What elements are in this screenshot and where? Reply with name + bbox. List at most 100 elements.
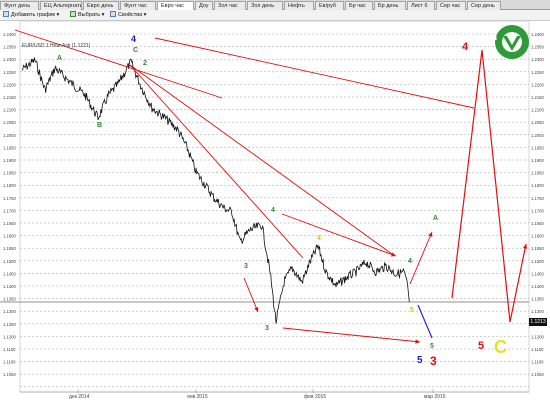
wave-label: 4 — [131, 34, 136, 44]
y-tick-label-right: 1.1350 — [531, 297, 544, 302]
y-tick-label-right: 1.2000 — [531, 133, 544, 138]
y-tick-label-left: 1.1200 — [3, 334, 16, 339]
y-tick-label-left: 1.1650 — [3, 221, 16, 226]
y-tick-label-left: 1.2200 — [3, 82, 16, 87]
y-tick-label-right: 1.1500 — [531, 259, 544, 264]
tab-silver-hour[interactable]: Сер час — [436, 1, 466, 10]
wave-label: 5 — [478, 340, 484, 352]
y-tick-label-left: 1.1100 — [3, 360, 16, 365]
wave-label: C — [494, 337, 507, 357]
y-tick-label-right: 1.2350 — [531, 45, 544, 50]
tab-oil[interactable]: Нефть — [284, 1, 314, 10]
wave-label: B — [97, 122, 102, 129]
wave-label: 4 — [317, 235, 321, 242]
y-tick-label-left: 1.1250 — [3, 322, 16, 327]
y-tick-label-right: 1.1600 — [531, 234, 544, 239]
tab-gold-hour[interactable]: Зол час — [214, 1, 246, 10]
y-tick-label-right: 1.1850 — [531, 171, 544, 176]
add-chart-button[interactable]: Добавить график ▾ — [3, 11, 59, 20]
properties-label: Свойства — [118, 12, 143, 18]
y-tick-label-right: 1.1400 — [531, 284, 544, 289]
properties-button[interactable]: Свойства ▾ — [110, 11, 146, 20]
y-tick-label-right: 1.1950 — [531, 145, 544, 150]
y-tick-label-right: 1.2200 — [531, 82, 544, 87]
tab-brent-day[interactable]: Бр день — [374, 1, 406, 10]
y-tick-label-right: 1.2300 — [531, 57, 544, 62]
y-tick-label-right: 1.1200 — [531, 334, 544, 339]
tab-bar: Фунт день ЕЦ Альтернатива Евро день Фунт… — [0, 0, 550, 11]
wave-label: 5 — [410, 307, 414, 314]
y-tick-label-left: 1.2350 — [3, 45, 16, 50]
wave-label: 4 — [271, 207, 275, 214]
y-tick-label-right: 1.1750 — [531, 196, 544, 201]
y-tick-label-right: 1.2050 — [531, 120, 544, 125]
tab-euro-day[interactable]: Евро день — [83, 1, 119, 10]
properties-icon — [110, 11, 116, 17]
wave-label: 3 — [265, 325, 269, 332]
y-tick-label-right: 1.1050 — [531, 372, 544, 377]
tab-sheet-6[interactable]: Лист 6 — [407, 1, 435, 10]
y-tick-label-right: 1.1150 — [531, 347, 544, 352]
y-tick-label-left: 1.2300 — [3, 57, 16, 62]
wave-label: A — [57, 55, 62, 62]
y-tick-label-left: 1.2050 — [3, 120, 16, 125]
y-tick-label-right: 1.1300 — [531, 309, 544, 314]
select-icon — [70, 11, 76, 17]
tab-dow[interactable]: Доу — [195, 1, 213, 10]
y-tick-label-left: 1.1550 — [3, 246, 16, 251]
tab-funt-day[interactable]: Фунт день — [0, 1, 39, 10]
price-chart[interactable]: 4CAB2334445A55 345 C 1.2400 1.24001.2350 1.2… — [0, 21, 550, 401]
y-tick-label-right: 1.2150 — [531, 95, 544, 100]
tab-silver-day[interactable]: Сер день — [467, 1, 501, 10]
y-tick-label-right: 1.1550 — [531, 246, 544, 251]
tab-funt-hour[interactable]: Фунт час — [120, 1, 156, 10]
x-tick-label: дек 2014 — [69, 394, 90, 400]
wave-label: 5 — [430, 343, 434, 350]
select-label: Выбрать — [78, 12, 101, 18]
y-tick-label-right: 1.1100 — [531, 360, 544, 365]
brand-logo-icon — [494, 25, 529, 59]
y-tick-label-left: 1.1850 — [3, 171, 16, 176]
y-tick-label-left: 1.2150 — [3, 95, 16, 100]
y-tick-label-left: 1.1600 — [3, 234, 16, 239]
tab-eur-rub[interactable]: Ев/руб — [315, 1, 344, 10]
y-tick-label-left: 1.1350 — [3, 297, 16, 302]
wave-label: 2 — [143, 60, 147, 67]
add-chart-label: Добавить график — [11, 12, 55, 18]
y-tick-label-left: 1.1800 — [3, 183, 16, 188]
tab-gold-day[interactable]: Зол день — [247, 1, 283, 10]
y-tick-label-left: 1.2250 — [3, 70, 16, 75]
y-tick-label-right: 1.1450 — [531, 271, 544, 276]
y-tick-label-left: 1.1050 — [3, 372, 16, 377]
x-tick-label: янв 2015 — [187, 394, 208, 400]
chart-area[interactable]: 4CAB2334445A55345C 1.2400 1.2400 1.2350 1.2… — [0, 21, 550, 401]
add-chart-icon — [3, 11, 9, 17]
wave-label: 3 — [430, 354, 437, 368]
y-tick-label-left: 1.1950 — [3, 145, 16, 150]
y-tick-label-right: 1.2400 — [531, 32, 544, 37]
wave-label: 4 — [462, 41, 469, 53]
x-tick-label: фев 2015 — [304, 394, 326, 400]
chart-grid — [0, 21, 530, 393]
y-tick-label-left: 1.1900 — [3, 158, 16, 163]
y-tick-label-left: 1.1500 — [3, 259, 16, 264]
x-tick-label: мар 2015 — [424, 394, 446, 400]
select-button[interactable]: Выбрать ▾ — [70, 11, 104, 20]
y-tick-label-left: 1.1700 — [3, 208, 16, 213]
wave-label: 5 — [417, 355, 423, 366]
y-tick-label-right: 1.1900 — [531, 158, 544, 163]
y-tick-label-left: 1.2100 — [3, 108, 16, 113]
chart-toolbar: Добавить график ▾ Выбрать ▾ Свойства ▾ — [0, 10, 550, 21]
tab-ec-alternative[interactable]: ЕЦ Альтернатива — [40, 1, 82, 10]
y-tick-label-right: 1.1650 — [531, 221, 544, 226]
y-tick-label-right: 1.2100 — [531, 108, 544, 113]
wave-label: 4 — [408, 258, 412, 265]
y-tick-label-left: 1.1750 — [3, 196, 16, 201]
y-tick-label-right: 1.1800 — [531, 183, 544, 188]
wave-label: C — [133, 47, 138, 54]
tab-brent-hour[interactable]: Бр час — [345, 1, 373, 10]
y-tick-label-left: 1.1150 — [3, 347, 16, 352]
y-tick-label-left: 1.1450 — [3, 271, 16, 276]
y-tick-label-right: 1.2250 — [531, 70, 544, 75]
y-tick-label-left: 1.1400 — [3, 284, 16, 289]
